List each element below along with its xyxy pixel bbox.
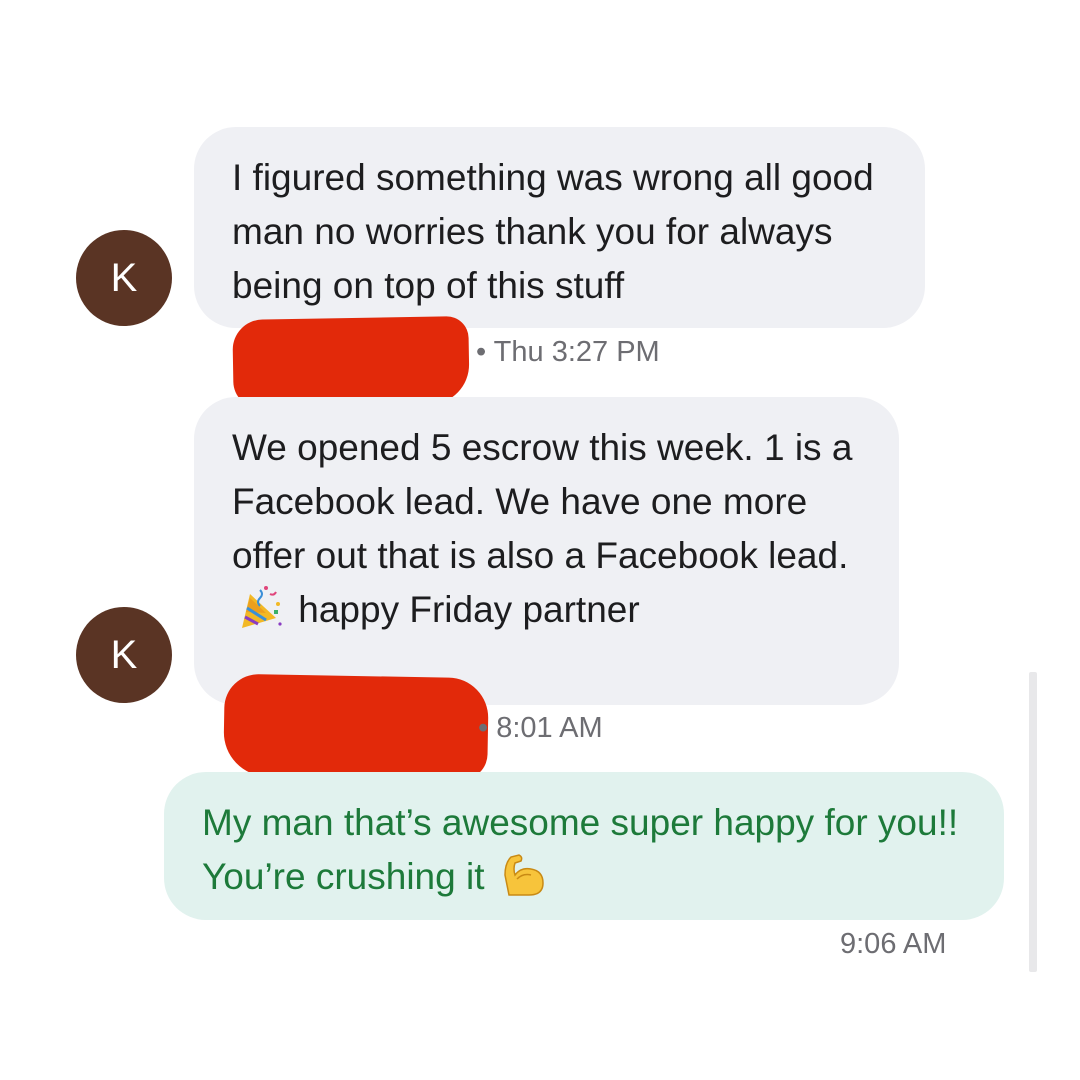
- message-text: happy Friday partner: [298, 589, 640, 630]
- avatar[interactable]: K: [76, 230, 172, 326]
- message-timestamp: 9:06 AM: [840, 928, 947, 960]
- message-timestamp: • Thu 3:27 PM: [476, 336, 660, 368]
- party-popper-icon: [236, 584, 284, 632]
- message-text: We opened 5 escrow this week. 1 is a Fac…: [232, 427, 853, 576]
- message-text: I figured something was wrong all good m…: [232, 157, 874, 306]
- scrollbar[interactable]: [1029, 672, 1037, 972]
- sender-name-redaction: [223, 673, 489, 781]
- chat-screen: K I figured something was wrong all good…: [0, 0, 1080, 1080]
- outgoing-message-bubble[interactable]: My man that’s awesome super happy for yo…: [164, 772, 1004, 920]
- message-text: My man that’s awesome super happy for yo…: [202, 802, 959, 897]
- flexed-biceps-icon: [499, 851, 547, 899]
- message-timestamp: • 8:01 AM: [478, 712, 603, 744]
- avatar[interactable]: K: [76, 607, 172, 703]
- incoming-message-bubble[interactable]: We opened 5 escrow this week. 1 is a Fac…: [194, 397, 899, 705]
- sender-name-redaction: [232, 315, 470, 409]
- incoming-message-bubble[interactable]: I figured something was wrong all good m…: [194, 127, 925, 328]
